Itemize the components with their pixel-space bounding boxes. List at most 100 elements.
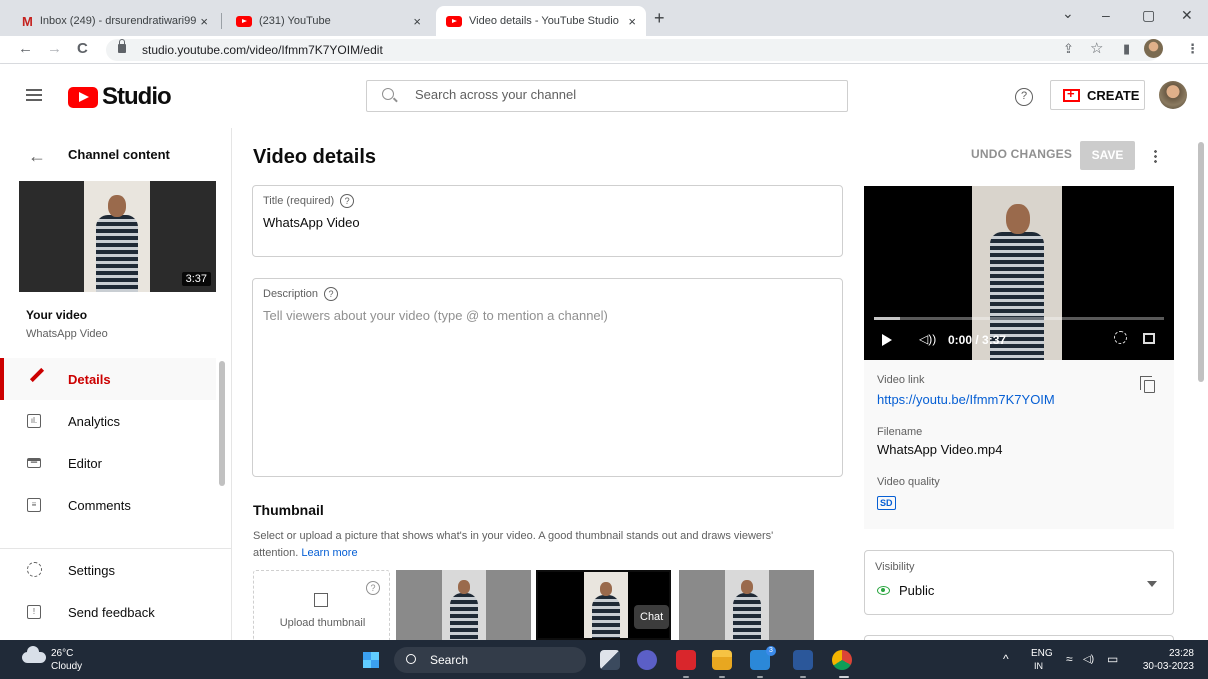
new-tab-icon[interactable]: + [654, 8, 665, 29]
windows-start-icon[interactable] [362, 651, 380, 669]
video-player[interactable]: ◁)) 0:00 / 3:37 [864, 186, 1174, 360]
language-indicator[interactable]: ENG [1031, 648, 1053, 659]
dropdown-arrow-icon [1147, 581, 1157, 587]
forward-icon[interactable]: → [47, 40, 62, 57]
search-input[interactable] [415, 87, 815, 102]
play-icon[interactable] [882, 334, 892, 346]
help-icon[interactable]: ? [366, 581, 380, 595]
sidebar-item-analytics[interactable]: ıl. Analytics [0, 400, 216, 442]
upload-thumbnail-button[interactable]: ? Upload thumbnail [253, 570, 390, 640]
browser-menu-icon[interactable]: ⋮ [1186, 41, 1199, 57]
youtube-icon [236, 15, 252, 27]
cloud-weather-icon[interactable] [22, 646, 46, 663]
sidebar-item-editor[interactable]: ▔ Editor [0, 442, 216, 484]
close-tab-icon[interactable]: × [200, 14, 208, 29]
clock-time[interactable]: 23:28 [1169, 648, 1194, 659]
weather-condition[interactable]: Cloudy [51, 661, 82, 672]
help-icon[interactable]: ? [340, 194, 355, 208]
channel-search-box[interactable] [366, 80, 848, 112]
player-settings-icon[interactable] [1114, 331, 1127, 344]
acrobat-icon[interactable] [676, 650, 696, 670]
close-tab-icon[interactable]: × [628, 14, 636, 29]
file-explorer-icon[interactable] [712, 650, 732, 670]
description-input[interactable]: Tell viewers about your video (type @ to… [263, 308, 608, 323]
youtube-logo-icon [68, 86, 98, 108]
help-icon[interactable]: ? [324, 287, 339, 301]
battery-icon[interactable]: ▭ [1107, 652, 1118, 666]
url-text: studio.youtube.com/video/Ifmm7K7YOIM/edi… [142, 43, 383, 57]
help-icon[interactable]: ? [1015, 88, 1033, 106]
eye-icon [877, 586, 890, 595]
sidebar-item-settings[interactable]: Settings [0, 549, 216, 591]
running-indicator [757, 676, 763, 678]
learn-more-link[interactable]: Learn more [301, 547, 357, 559]
title-input[interactable]: WhatsApp Video [263, 215, 360, 230]
address-bar[interactable]: studio.youtube.com/video/Ifmm7K7YOIM/edi… [106, 39, 1160, 61]
teams-chat-icon[interactable] [637, 650, 657, 670]
tab-title: Inbox (249) - drsurendratiwari99 [39, 15, 197, 27]
sidebar-scrollbar[interactable] [219, 361, 225, 486]
minimize-icon[interactable]: – [1102, 7, 1110, 23]
side-panel-icon[interactable]: ▮ [1123, 41, 1130, 57]
tab-video-details[interactable]: Video details - YouTube Studio × [436, 6, 646, 36]
main-scrollbar[interactable] [1198, 142, 1204, 382]
visibility-select[interactable]: Visibility Public [864, 550, 1174, 615]
chrome-icon[interactable] [832, 650, 852, 670]
thumbnail-frame [84, 181, 150, 292]
description-field[interactable]: Description ? Tell viewers about your vi… [252, 278, 843, 477]
restore-icon[interactable]: ▢ [1142, 7, 1155, 24]
gmail-icon: M [22, 13, 33, 29]
search-icon [382, 88, 394, 100]
channel-content-link[interactable]: Channel content [68, 147, 170, 162]
pencil-icon [29, 367, 45, 383]
reload-icon[interactable]: C [77, 40, 88, 57]
share-icon[interactable]: ⇪ [1063, 41, 1074, 57]
windows-taskbar: 26°C Cloudy Search 3 ^ ENG IN ≈ ◁) ▭ 23:… [0, 640, 1208, 679]
video-thumbnail[interactable]: 3:37 [19, 181, 216, 292]
create-button[interactable]: CREATE [1050, 80, 1145, 110]
sd-quality-badge: SD [877, 496, 896, 510]
fullscreen-icon[interactable] [1143, 333, 1155, 344]
save-button[interactable]: SAVE [1080, 141, 1135, 170]
video-link[interactable]: https://youtu.be/Ifmm7K7YOIM [877, 392, 1055, 407]
chat-tooltip: Chat [634, 605, 670, 629]
copy-icon[interactable] [1140, 376, 1155, 393]
profile-avatar[interactable] [1144, 39, 1163, 58]
title-field[interactable]: Title (required) ? WhatsApp Video [252, 185, 843, 257]
task-view-icon[interactable] [600, 650, 620, 670]
sidebar-item-send-feedback[interactable]: ! Send feedback [0, 591, 216, 633]
sidebar-item-details[interactable]: Details [0, 358, 216, 400]
back-arrow-icon[interactable]: ← [28, 146, 46, 167]
account-avatar[interactable] [1159, 81, 1187, 109]
language-region[interactable]: IN [1034, 661, 1043, 671]
auto-thumbnail-3[interactable] [679, 570, 814, 640]
filename-value: WhatsApp Video.mp4 [877, 442, 1003, 457]
auto-thumbnail-1[interactable] [396, 570, 531, 640]
title-label-text: Title (required) [263, 195, 335, 207]
volume-icon[interactable]: ◁)) [919, 332, 936, 346]
close-window-icon[interactable]: ✕ [1181, 7, 1193, 24]
studio-logo[interactable]: Studio [68, 83, 172, 111]
hamburger-menu-icon[interactable] [26, 89, 42, 101]
taskbar-search[interactable]: Search [394, 647, 586, 673]
clock-date[interactable]: 30-03-2023 [1143, 661, 1194, 672]
editor-icon: ▔ [27, 458, 41, 471]
show-hidden-icons[interactable]: ^ [1003, 652, 1009, 666]
sidebar-item-comments[interactable]: ≡ Comments [0, 484, 216, 526]
word-icon[interactable] [793, 650, 813, 670]
tab-youtube[interactable]: (231) YouTube × [226, 6, 431, 36]
volume-icon[interactable]: ◁) [1083, 654, 1094, 665]
undo-changes-button[interactable]: UNDO CHANGES [971, 147, 1072, 161]
person-image [589, 582, 623, 638]
wifi-icon[interactable]: ≈ [1066, 652, 1073, 666]
back-icon[interactable]: ← [18, 40, 33, 57]
tab-search-icon[interactable]: ⌄ [1062, 5, 1074, 22]
close-tab-icon[interactable]: × [413, 14, 421, 29]
tab-title: (231) YouTube [259, 15, 331, 27]
temperature[interactable]: 26°C [51, 648, 73, 659]
progress-bar[interactable] [874, 317, 1164, 320]
sidebar: ← Channel content 3:37 Your video WhatsA… [0, 128, 232, 640]
tab-gmail-inbox[interactable]: M Inbox (249) - drsurendratiwari99 × [12, 6, 218, 36]
bookmark-star-icon[interactable]: ☆ [1090, 39, 1103, 57]
more-options-icon[interactable] [1154, 149, 1157, 163]
